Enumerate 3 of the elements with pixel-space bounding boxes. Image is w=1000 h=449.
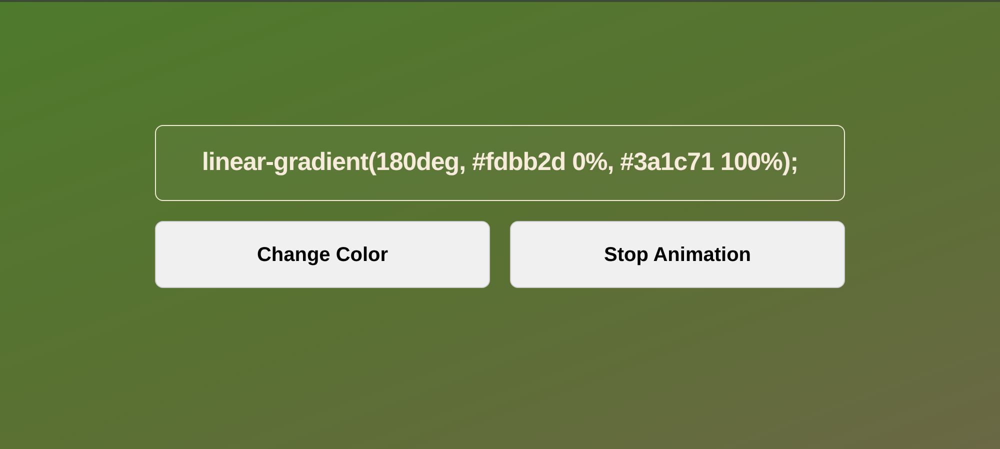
action-button[interactable]: Stop Animation — [510, 221, 845, 288]
gradient-code-text: linear-gradient(180deg, #fdbb2d 0%, #3a1c71 100%); — [202, 147, 798, 178]
action-button[interactable]: Change Color — [155, 221, 490, 288]
